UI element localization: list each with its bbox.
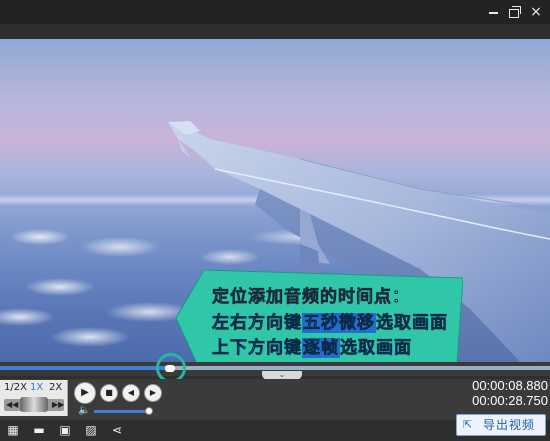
title-bar: ×	[0, 0, 550, 24]
export-video-button[interactable]: ⇱ 导出视频	[456, 414, 546, 436]
speed-2x-option[interactable]: 2X	[49, 382, 62, 393]
caption-line-2: 左右方向键五秒微移选取画面	[212, 308, 448, 334]
caption-overlay: 定位添加音频的时间点： 左右方向键五秒微移选取画面 上下方向键逐帧选取画面	[176, 270, 463, 370]
restore-icon[interactable]	[506, 4, 522, 20]
stop-button[interactable]: ■	[100, 384, 118, 402]
export-video-label: 导出视频	[483, 418, 536, 432]
jog-knob[interactable]	[20, 397, 48, 412]
speed-half-option[interactable]: 1/2X	[4, 382, 27, 393]
play-button[interactable]: ▶	[74, 382, 96, 404]
playhead-handle[interactable]	[165, 365, 175, 372]
save-as-icon[interactable]: ▨	[84, 423, 98, 437]
export-icon: ⇱	[463, 418, 473, 431]
volume-icon[interactable]: 🔈	[78, 405, 90, 416]
caption-line-3-highlight: 逐帧	[302, 338, 340, 358]
volume-thumb[interactable]	[145, 407, 153, 415]
volume-level	[94, 410, 146, 413]
caption-line-3: 上下方向键逐帧选取画面	[212, 333, 412, 359]
speed-1x-option[interactable]: 1X	[30, 382, 43, 393]
caption-line-1: 定位添加音频的时间点：	[212, 287, 410, 308]
caption-line-2-prefix: 左右方向键	[212, 313, 302, 334]
open-folder-icon[interactable]: ▬	[32, 423, 46, 437]
current-time: 00:00:08.880	[472, 378, 548, 393]
share-icon[interactable]: ⋖	[110, 423, 124, 437]
speed-selector: 1/2X 1X 2X ◀◀ ▶▶	[0, 380, 68, 416]
new-project-icon[interactable]: ▦	[6, 423, 20, 437]
caption-line-3-suffix: 选取画面	[340, 338, 412, 359]
save-icon[interactable]: ▣	[58, 423, 72, 437]
caption-line-2-highlight: 五秒微移	[302, 313, 376, 333]
next-frame-button[interactable]: ▶	[144, 384, 162, 402]
time-display: 00:00:08.880 00:00:28.750	[453, 378, 548, 412]
jog-forward-icon[interactable]: ▶▶	[52, 400, 64, 410]
app-window: × 定位添加音频的时间点： 左右方向键五秒微移选取画面 上下方向键逐帧选取画面 …	[0, 0, 550, 441]
caption-line-2-suffix: 选取画面	[376, 313, 448, 334]
minimize-icon[interactable]	[486, 4, 502, 20]
timeline-progress	[0, 366, 171, 370]
caption-line-3-prefix: 上下方向键	[212, 338, 302, 359]
previous-frame-button[interactable]: ◀	[122, 384, 140, 402]
close-icon[interactable]: ×	[528, 4, 544, 20]
total-time: 00:00:28.750	[472, 393, 548, 408]
jog-rewind-icon[interactable]: ◀◀	[6, 400, 18, 410]
